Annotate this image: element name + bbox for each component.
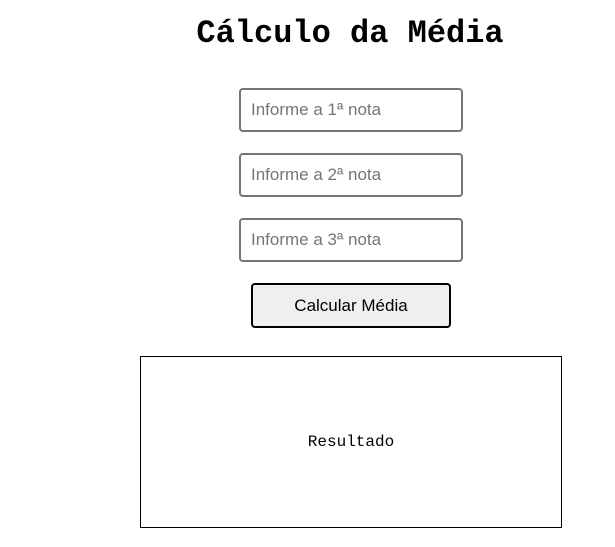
calculate-average-button[interactable]: Calcular Média (251, 283, 451, 328)
page-title: Cálculo da Média (196, 15, 504, 52)
nota1-input[interactable] (239, 88, 463, 132)
nota3-input[interactable] (239, 218, 463, 262)
result-text: Resultado (307, 433, 395, 451)
result-box: Resultado (140, 356, 562, 528)
nota2-input[interactable] (239, 153, 463, 197)
